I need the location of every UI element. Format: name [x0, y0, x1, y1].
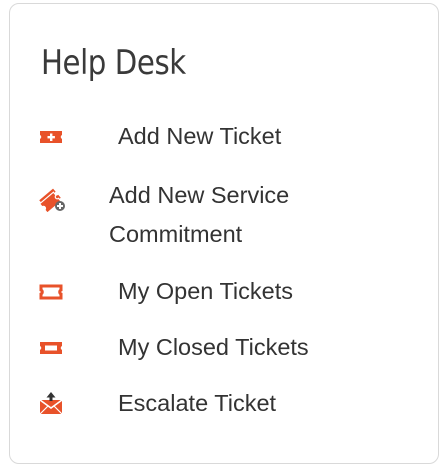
menu-item-my-closed-tickets[interactable]: My Closed Tickets — [38, 329, 358, 365]
menu-item-label: Add New Service Commitment — [109, 182, 290, 247]
menu-item-add-new-ticket[interactable]: Add New Ticket — [38, 118, 348, 154]
panel-title: Help Desk — [41, 43, 186, 83]
menu-item-my-open-tickets[interactable]: My Open Tickets — [38, 273, 348, 309]
menu-item-label: My Open Tickets — [118, 278, 293, 304]
envelope-up-icon — [38, 390, 64, 416]
ticket-plus-icon — [38, 125, 64, 147]
open-ticket-icon — [38, 280, 64, 302]
menu-item-label: Add New Ticket — [118, 123, 282, 149]
menu-item-add-new-service-commitment[interactable]: Add New Service Commitment — [38, 176, 348, 256]
menu-item-label: My Closed Tickets — [118, 334, 309, 360]
menu-item-escalate-ticket[interactable]: Escalate Ticket — [38, 385, 348, 421]
tickets-plus-icon — [38, 185, 68, 213]
help-desk-panel: Help Desk Add New Ticket Add New Service… — [9, 3, 439, 464]
closed-ticket-icon — [38, 336, 64, 358]
menu-item-label: Escalate Ticket — [118, 390, 277, 416]
